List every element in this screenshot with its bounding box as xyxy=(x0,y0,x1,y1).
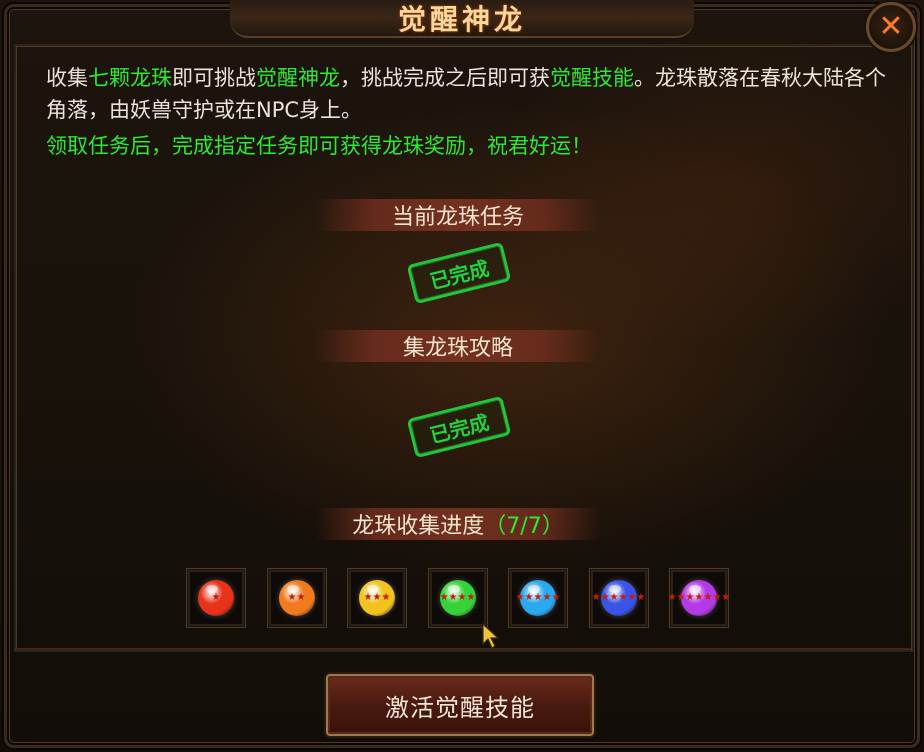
close-icon: ✕ xyxy=(878,9,904,44)
yellow-dragon-orb-icon: ★★★ xyxy=(359,580,395,616)
divider xyxy=(14,648,910,650)
orb-stars-icon: ★★★★★ xyxy=(515,592,561,603)
guide-completed-stamp: 已完成 xyxy=(406,395,512,459)
progress-count: （7/7） xyxy=(484,514,564,539)
close-button[interactable]: ✕ xyxy=(866,2,916,52)
guide-status: 已完成 xyxy=(427,409,492,448)
desc-highlight-awaken-dragon: 觉醒神龙 xyxy=(256,66,340,90)
orb-slot-red[interactable]: ★ xyxy=(186,568,246,628)
current-task-status: 已完成 xyxy=(427,255,492,294)
activate-label: 激活觉醒技能 xyxy=(385,693,535,722)
desc-highlight-awaken-skill: 觉醒技能 xyxy=(550,66,634,90)
guide-title: 集龙珠攻略 xyxy=(402,336,513,361)
desc-green-hint: 领取任务后，完成指定任务即可获得龙珠奖励，祝君好运！ xyxy=(46,134,592,158)
orb-stars-icon: ★★★★ xyxy=(439,592,476,603)
progress-header: 龙珠收集进度 （7/7） xyxy=(316,508,600,540)
orb-slot-green[interactable]: ★★★★ xyxy=(427,568,488,628)
orb-stars-icon: ★★★★★★★ xyxy=(667,592,731,603)
orb-slot-cyan[interactable]: ★★★★★ xyxy=(508,568,568,628)
desc-part: ，挑战完成之后即可获 xyxy=(340,66,550,90)
red-dragon-orb-icon: ★ xyxy=(198,580,234,616)
progress-title: 龙珠收集进度 xyxy=(352,514,485,539)
orb-slot-purple[interactable]: ★★★★★★★ xyxy=(667,568,731,628)
guide-header: 集龙珠攻略 xyxy=(316,330,600,362)
orb-stars-icon: ★★ xyxy=(287,592,306,603)
desc-part: 即可挑战 xyxy=(172,66,256,90)
title-bar: 觉醒神龙 xyxy=(230,0,694,38)
green-dragon-orb-icon: ★★★★ xyxy=(439,580,476,616)
orange-dragon-orb-icon: ★★ xyxy=(278,580,315,616)
awaken-dragon-panel: 觉醒神龙 ✕ 收集七颗龙珠即可挑战觉醒神龙，挑战完成之后即可获觉醒技能。龙珠散落… xyxy=(0,0,924,752)
description-text: 收集七颗龙珠即可挑战觉醒神龙，挑战完成之后即可获觉醒技能。龙珠散落在春秋大陆各个… xyxy=(46,62,886,162)
desc-part: 收集 xyxy=(46,66,88,90)
orb-slot-blue[interactable]: ★★★★★★ xyxy=(588,568,649,628)
orb-stars-icon: ★★★★★★ xyxy=(591,592,646,603)
current-task-header: 当前龙珠任务 xyxy=(316,199,600,231)
activate-awaken-skill-button[interactable]: 激活觉醒技能 xyxy=(326,674,594,736)
mouse-cursor-icon xyxy=(482,622,500,649)
orb-slots: ★ ★★ ★★★ ★★★★ ★★★★★ ★★★★★★ ★★★★★★★ xyxy=(186,568,734,628)
orb-slot-yellow[interactable]: ★★★ xyxy=(347,568,407,628)
current-task-completed-stamp: 已完成 xyxy=(406,241,512,305)
blue-dragon-orb-icon: ★★★★★★ xyxy=(591,580,646,616)
cyan-dragon-orb-icon: ★★★★★ xyxy=(515,580,561,616)
desc-highlight-seven-orbs: 七颗龙珠 xyxy=(88,66,172,90)
orb-slot-orange[interactable]: ★★ xyxy=(266,568,327,628)
purple-dragon-orb-icon: ★★★★★★★ xyxy=(667,580,731,616)
window-title: 觉醒神龙 xyxy=(397,3,526,36)
current-task-title: 当前龙珠任务 xyxy=(391,205,524,230)
orb-stars-icon: ★ xyxy=(211,592,221,603)
orb-stars-icon: ★★★ xyxy=(363,592,391,603)
